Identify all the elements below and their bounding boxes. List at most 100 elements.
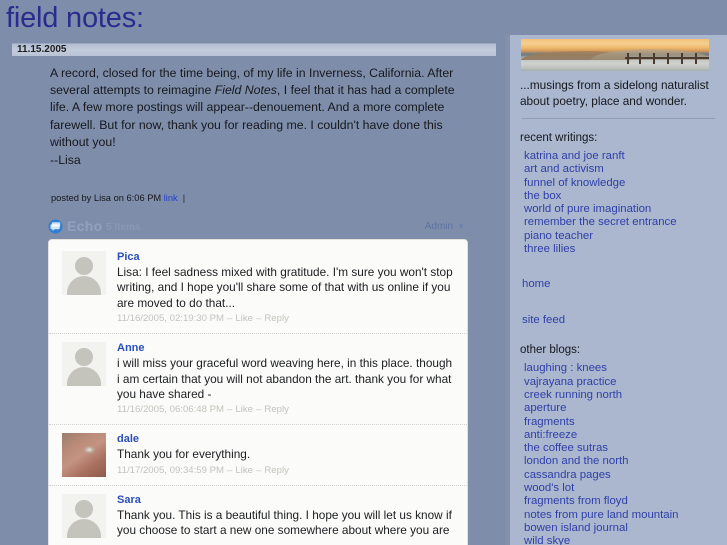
meta-separator: –: [256, 313, 262, 325]
avatar-body-shape: [67, 276, 101, 295]
sidebar-link-vajrayana-practice[interactable]: vajrayana practice: [524, 376, 616, 388]
list-item: laughing : knees: [524, 361, 717, 374]
pier-post: [627, 53, 629, 64]
list-item: wild skye: [524, 534, 717, 545]
comment-author[interactable]: Anne: [117, 342, 455, 355]
echo-admin-menu[interactable]: Admin ▼: [425, 219, 465, 235]
comment-timestamp: 11/16/2005, 02:19:30 PM: [117, 313, 225, 325]
footer-divider: |: [182, 193, 186, 203]
comment-item: Sara Thank you. This is a beautiful thin…: [49, 484, 467, 545]
sidebar-link-remember-the-secret-entrance[interactable]: remember the secret entrance: [524, 216, 677, 228]
sidebar-link-fragments-from-floyd[interactable]: fragments from floyd: [524, 495, 628, 507]
list-item: world of pure imagination: [524, 202, 717, 215]
sidebar-link-bowen-island-journal[interactable]: bowen island journal: [524, 522, 628, 534]
sidebar-link-aperture[interactable]: aperture: [524, 402, 566, 414]
reply-button[interactable]: Reply: [264, 404, 289, 415]
sidebar-link-the-coffee-sutras[interactable]: the coffee sutras: [524, 442, 608, 454]
sidebar-link-funnel-of-knowledge[interactable]: funnel of knowledge: [524, 177, 625, 189]
post-permalink[interactable]: link: [164, 193, 178, 203]
comment-text: i will miss your graceful word weaving h…: [117, 356, 453, 402]
comment-timestamp: 11/17/2005, 09:34:59 PM: [117, 464, 225, 476]
list-item: piano teacher: [524, 229, 717, 242]
list-item: bowen island journal: [524, 521, 717, 534]
meta-separator: –: [256, 404, 262, 416]
sidebar-link-three-lilies[interactable]: three lilies: [524, 243, 575, 255]
post-date-bar: 11.15.2005: [12, 43, 496, 56]
comment-item: Anne i will miss your graceful word weav…: [49, 333, 467, 424]
sidebar-link-site-feed[interactable]: site feed: [522, 313, 717, 327]
recent-writings-heading: recent writings:: [520, 132, 598, 144]
reply-button[interactable]: Reply: [264, 313, 289, 324]
comment-author[interactable]: dale: [117, 433, 455, 446]
comment-item: dale Thank you for everything. 11/17/200…: [49, 424, 467, 484]
sidebar-link-creek-running-north[interactable]: creek running north: [524, 389, 622, 401]
sidebar-link-art-and-activism[interactable]: art and activism: [524, 163, 604, 175]
sidebar-link-wild-skye[interactable]: wild skye: [524, 535, 570, 545]
pier-shape: [625, 53, 709, 66]
sidebar-link-the-box[interactable]: the box: [524, 190, 561, 202]
comment-text: Lisa: I feel sadness mixed with gratitud…: [117, 265, 453, 310]
blog-page: field notes: 11.15.2005 A record, closed…: [0, 0, 727, 545]
list-item: creek running north: [524, 388, 717, 401]
posted-by-label: posted by: [51, 193, 92, 203]
other-blogs-list: laughing : knees vajrayana practice cree…: [524, 361, 717, 545]
sidebar-link-fragments[interactable]: fragments: [524, 416, 575, 428]
other-blogs-heading: other blogs:: [520, 344, 581, 357]
main-content-column: 11.15.2005 A record, closed for the time…: [0, 41, 500, 545]
sidebar-link-katrina-and-joe-ranft[interactable]: katrina and joe ranft: [524, 150, 625, 162]
list-item: fragments: [524, 415, 717, 428]
echo-comment-list: Pica Lisa: I feel sadness mixed with gra…: [48, 239, 468, 545]
sidebar-link-home[interactable]: home: [522, 277, 717, 291]
comment-author[interactable]: Sara: [117, 494, 455, 507]
list-item: remember the secret entrance: [524, 215, 717, 228]
post-italic-title: Field Notes: [214, 83, 277, 98]
pier-post: [667, 53, 669, 64]
like-button[interactable]: Like: [235, 313, 253, 324]
post-date: 11.15.2005: [17, 44, 67, 55]
recent-writings-list: katrina and joe ranft art and activism f…: [524, 149, 717, 255]
avatar: [62, 493, 106, 538]
comment-body: Sara Thank you. This is a beautiful thin…: [117, 494, 455, 539]
list-item: anti:freeze: [524, 428, 717, 441]
comment-meta: 11/16/2005, 02:19:30 PM – Like – Reply: [117, 312, 455, 326]
list-item: funnel of knowledge: [524, 176, 717, 189]
comment-author[interactable]: Pica: [117, 251, 455, 264]
sidebar-link-piano-teacher[interactable]: piano teacher: [524, 230, 593, 242]
pier-post: [695, 53, 697, 64]
echo-admin-label: Admin: [424, 221, 454, 232]
list-item: wood's lot: [524, 481, 717, 494]
post-paragraph: A record, closed for the time being, of …: [50, 65, 455, 169]
pier-post: [653, 53, 655, 64]
list-item: the coffee sutras: [524, 441, 717, 454]
list-item: katrina and joe ranft: [524, 149, 717, 162]
pier-post: [639, 53, 641, 64]
echo-wordmark: Echo: [67, 218, 103, 234]
comment-text: Thank you. This is a beautiful thing. I …: [117, 507, 452, 538]
list-item: notes from pure land mountain: [524, 508, 717, 521]
sidebar-link-anti-freeze[interactable]: anti:freeze: [524, 429, 577, 441]
echo-comment-widget: Echo 5 Items Admin ▼ Pica Lisa: I feel sa…: [48, 217, 468, 545]
echo-item-count: 5 Items: [106, 222, 141, 233]
posted-on-label: on: [113, 193, 124, 203]
avatar-head-shape: [75, 499, 93, 518]
chevron-down-icon: ▼: [457, 222, 465, 231]
like-button[interactable]: Like: [235, 404, 253, 415]
echo-speech-bubble-icon: [48, 219, 63, 234]
reply-button[interactable]: Reply: [264, 465, 289, 476]
list-item: fragments from floyd: [524, 494, 717, 507]
sidebar-link-london-and-the-north[interactable]: london and the north: [524, 455, 629, 467]
avatar-body-shape: [67, 518, 101, 538]
comment-meta: 11/17/2005, 09:34:59 PM – Like – Reply: [117, 464, 455, 478]
comment-item: Pica Lisa: I feel sadness mixed with gra…: [49, 240, 467, 333]
sidebar-link-woods-lot[interactable]: wood's lot: [524, 482, 574, 494]
sidebar-link-notes-from-pure-land-mountain[interactable]: notes from pure land mountain: [524, 509, 679, 521]
sidebar-link-laughing-knees[interactable]: laughing : knees: [524, 362, 607, 374]
meta-separator: –: [256, 464, 262, 476]
like-button[interactable]: Like: [235, 465, 253, 476]
sidebar-link-cassandra-pages[interactable]: cassandra pages: [524, 469, 611, 481]
post-body: A record, closed for the time being, of …: [50, 65, 455, 169]
sidebar-link-world-of-pure-imagination[interactable]: world of pure imagination: [524, 203, 651, 215]
post-time: 6:06 PM: [126, 193, 162, 203]
avatar: [62, 251, 106, 295]
